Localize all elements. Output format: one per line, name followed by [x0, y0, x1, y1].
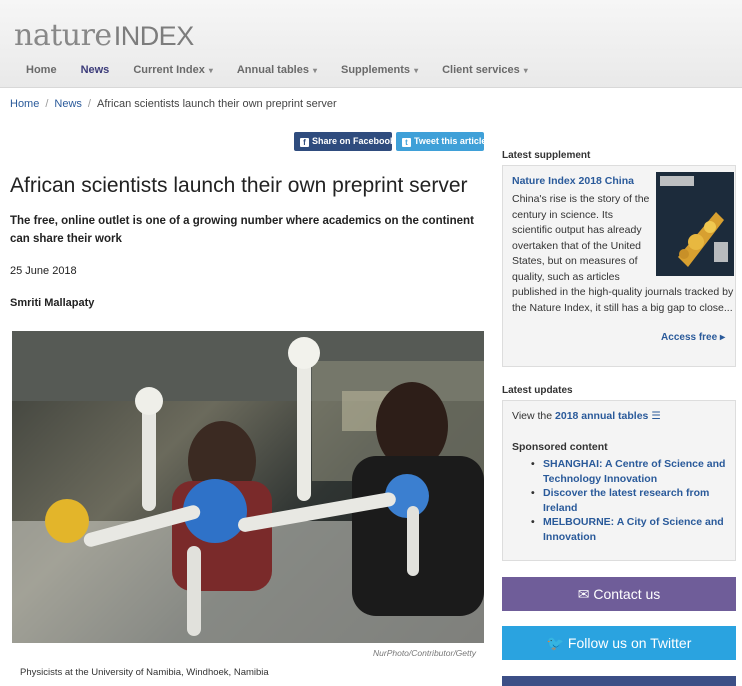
image-caption: Physicists at the University of Namibia,… — [20, 667, 269, 678]
nav-home[interactable]: Home — [26, 64, 57, 76]
follow-twitter-button[interactable]: 🐦 Follow us on Twitter — [502, 626, 736, 660]
article-image — [12, 331, 484, 643]
facebook-icon: f — [300, 138, 309, 147]
logo-nature: nature — [14, 18, 112, 53]
supplement-title[interactable]: Nature Index 2018 China — [512, 175, 634, 187]
image-credit: NurPhoto/Contributor/Getty — [373, 648, 476, 658]
supplement-cover-wrap — [656, 172, 734, 276]
breadcrumb: Home / News / African scientists launch thei… — [10, 98, 337, 110]
nav-annual-tables[interactable]: Annual tables ▾ — [237, 64, 317, 76]
nav-supplements[interactable]: Supplements ▾ — [341, 64, 418, 76]
access-free-link[interactable]: Access free ▸ — [661, 332, 725, 343]
article-title: African scientists launch their own prep… — [10, 174, 468, 197]
list-icon: ☰ — [651, 410, 661, 422]
breadcrumb-news[interactable]: News — [54, 98, 82, 110]
latest-supplement-label: Latest supplement — [502, 150, 591, 161]
sponsored-item-ireland[interactable]: Discover the latest research from Irelan… — [531, 486, 731, 515]
article-date: 25 June 2018 — [10, 265, 77, 277]
arrow-right-icon: ▸ — [719, 332, 725, 343]
contact-us-button[interactable]: ✉ Contact us — [502, 577, 736, 611]
sidebar-button-partial[interactable] — [502, 676, 736, 686]
breadcrumb-home[interactable]: Home — [10, 98, 39, 110]
breadcrumb-separator: / — [87, 98, 91, 110]
sponsored-list: SHANGHAI: A Centre of Science and Techno… — [531, 457, 731, 544]
envelope-icon: ✉ — [577, 586, 590, 602]
latest-updates-label: Latest updates — [502, 385, 573, 396]
tweet-article-button[interactable]: t Tweet this article — [396, 132, 486, 151]
article-standfirst: The free, online outlet is one of a grow… — [10, 215, 474, 245]
annual-tables-line: View the 2018 annual tables ☰ — [512, 410, 661, 422]
chevron-down-icon: ▾ — [523, 66, 528, 75]
updates-card: View the 2018 annual tables ☰ Sponsored … — [502, 400, 736, 561]
twitter-icon: 🐦 — [546, 635, 565, 651]
logo-index: INDEX — [113, 21, 195, 51]
article-author: Smriti Mallapaty — [10, 297, 95, 309]
supplement-cover-image[interactable] — [656, 172, 734, 276]
nav-client-services[interactable]: Client services ▾ — [442, 64, 528, 76]
nav-current-index[interactable]: Current Index ▾ — [133, 64, 213, 76]
site-header: natureINDEX Home News Current Index ▾ Ann… — [0, 0, 742, 88]
annual-tables-link[interactable]: 2018 annual tables — [555, 410, 648, 422]
share-facebook-button[interactable]: f Share on Facebook — [294, 132, 395, 151]
site-logo[interactable]: natureINDEX — [14, 18, 194, 53]
sponsored-item-melbourne[interactable]: MELBOURNE: A City of Science and Innovat… — [531, 515, 731, 544]
sponsored-item-shanghai[interactable]: SHANGHAI: A Centre of Science and Techno… — [531, 457, 731, 486]
lab-photo-illustration — [12, 331, 484, 643]
sponsored-label: Sponsored content — [512, 441, 608, 453]
breadcrumb-separator: / — [45, 98, 49, 110]
main-nav: Home News Current Index ▾ Annual tables ▾ … — [26, 64, 552, 76]
supplement-card: Nature Index 2018 China China's rise is … — [502, 165, 736, 367]
twitter-icon: t — [402, 138, 411, 147]
supplement-body: China's rise is the story of the century… — [512, 172, 734, 316]
chevron-down-icon: ▾ — [208, 66, 213, 75]
chevron-down-icon: ▾ — [414, 66, 419, 75]
chevron-down-icon: ▾ — [312, 66, 317, 75]
breadcrumb-current: African scientists launch their own prep… — [96, 98, 337, 110]
nav-news[interactable]: News — [81, 64, 110, 76]
cover-illustration — [656, 172, 734, 276]
